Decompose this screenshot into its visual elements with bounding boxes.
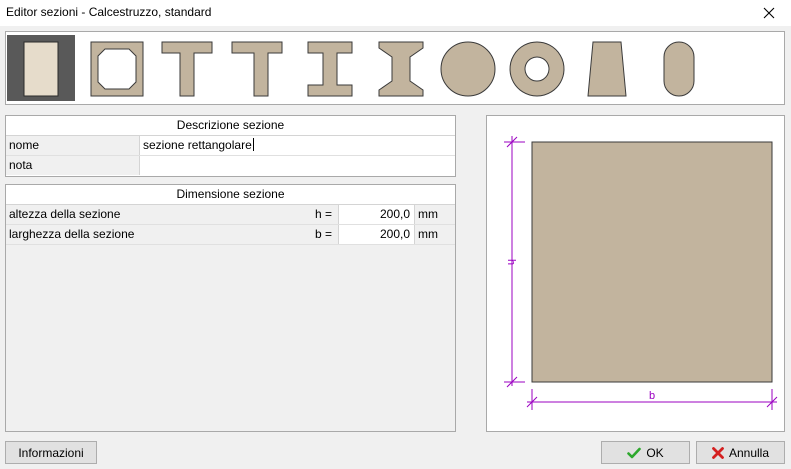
section-preview-panel: h b <box>486 115 785 432</box>
section-shape <box>531 141 773 383</box>
ok-button[interactable]: OK <box>601 441 690 464</box>
shape-t-section-button[interactable] <box>153 35 221 101</box>
ok-button-label: OK <box>646 445 664 460</box>
name-label: nome <box>6 136 140 155</box>
t-section-shape-icon <box>161 41 213 97</box>
check-icon <box>627 447 642 458</box>
shape-hollow-octagon-button[interactable] <box>83 35 151 101</box>
info-button-label: Informazioni <box>18 445 84 460</box>
ring-shape-icon <box>509 41 565 97</box>
trapezoid-shape-icon <box>587 41 627 97</box>
note-label: nota <box>6 156 140 175</box>
width-symbol: b = <box>314 227 332 241</box>
shape-i-tapered-button[interactable] <box>367 35 435 101</box>
height-input[interactable]: 200,0 <box>338 205 415 224</box>
cancel-button[interactable]: Annulla <box>696 441 785 464</box>
height-label: altezza della sezione <box>9 207 121 221</box>
note-input[interactable] <box>141 156 455 175</box>
window-title: Editor sezioni - Calcestruzzo, standard <box>6 5 212 19</box>
shape-i-section-button[interactable] <box>296 35 364 101</box>
oval-shape-icon <box>663 41 695 97</box>
shape-ring-button[interactable] <box>503 35 571 101</box>
hollow-octagon-shape-icon <box>90 41 144 97</box>
shape-circle-button[interactable] <box>434 35 502 101</box>
shape-toolbar <box>5 31 785 105</box>
section-preview: h b <box>504 136 778 410</box>
name-value: sezione rettangolare <box>143 138 252 152</box>
width-dimension-label: b <box>649 390 655 402</box>
i-section-shape-icon <box>307 41 353 97</box>
i-tapered-shape-icon <box>378 41 424 97</box>
dimension-row-width: larghezza della sezione b = 200,0 mm <box>6 225 455 245</box>
description-panel: Descrizione sezione nome sezione rettang… <box>5 115 456 177</box>
width-unit: mm <box>418 227 438 241</box>
cancel-button-label: Annulla <box>728 445 770 460</box>
text-caret <box>252 138 254 151</box>
height-unit: mm <box>418 207 438 221</box>
width-label: larghezza della sezione <box>9 227 135 241</box>
title-bar: Editor sezioni - Calcestruzzo, standard <box>0 0 791 26</box>
height-symbol: h = <box>314 207 332 221</box>
shape-oval-button[interactable] <box>646 35 714 101</box>
description-header: Descrizione sezione <box>6 116 455 136</box>
info-button[interactable]: Informazioni <box>5 441 97 464</box>
dimensions-panel: Dimensione sezione altezza della sezione… <box>5 184 456 432</box>
l-section-shape-icon <box>231 41 283 97</box>
circle-shape-icon <box>440 41 496 97</box>
shape-l-section-button[interactable] <box>223 35 291 101</box>
height-dimension-label: h <box>505 259 517 265</box>
dimensions-header: Dimensione sezione <box>6 185 455 205</box>
name-input[interactable]: sezione rettangolare <box>141 136 455 155</box>
shape-rectangle-button[interactable] <box>7 35 75 101</box>
dimension-row-height: altezza della sezione h = 200,0 mm <box>6 205 455 225</box>
width-input[interactable]: 200,0 <box>338 225 415 244</box>
close-button[interactable] <box>747 0 791 26</box>
cross-icon <box>712 446 724 459</box>
shape-trapezoid-button[interactable] <box>577 35 645 101</box>
close-icon <box>763 7 775 19</box>
rectangle-shape-icon <box>23 41 59 97</box>
